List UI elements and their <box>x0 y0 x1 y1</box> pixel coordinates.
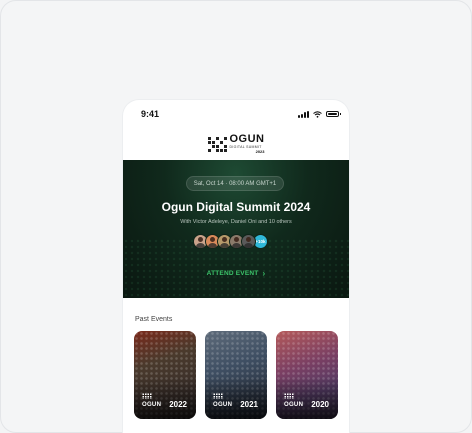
event-date-pill: Sat, Oct 14 · 08:00 AM GMT+1 <box>186 176 284 191</box>
signal-icon <box>298 110 309 118</box>
logo-mark-icon <box>213 393 223 399</box>
card-brand: OGUN <box>284 402 304 408</box>
card-brand: OGUN <box>142 402 162 408</box>
attend-event-label: ATTEND EVENT <box>206 270 259 277</box>
past-events-list: OGUN 2022 OGUN 2021 OGUN 2020 <box>134 331 338 419</box>
past-event-card[interactable]: OGUN 2020 <box>276 331 338 419</box>
status-icons <box>298 110 341 118</box>
card-brand: OGUN <box>213 402 233 408</box>
past-event-card[interactable]: OGUN 2022 <box>134 331 196 419</box>
card-year: 2020 <box>311 400 329 409</box>
phone-screen: 9:41 OGUN DIGITAL SUMMIT 2023 Sat, Oct 1… <box>123 100 349 433</box>
logo-name: OGUN <box>229 133 265 146</box>
wifi-icon <box>313 110 322 118</box>
card-year: 2021 <box>240 400 258 409</box>
battery-icon <box>326 111 341 117</box>
status-time: 9:41 <box>141 109 160 119</box>
past-events-heading: Past Events <box>135 316 173 323</box>
ogun-logo: OGUN DIGITAL SUMMIT 2023 <box>123 128 349 160</box>
event-speakers: With Victor Adeleye, Daniel Oni and 10 o… <box>180 219 292 225</box>
avatar <box>241 234 256 249</box>
logo-year: 2023 <box>255 148 265 154</box>
event-title: Ogun Digital Summit 2024 <box>161 200 311 214</box>
logo-mark-icon <box>207 136 227 152</box>
logo-mark-icon <box>142 393 152 399</box>
attendee-avatars: +10k <box>193 234 268 250</box>
past-event-card[interactable]: OGUN 2021 <box>205 331 267 419</box>
chevron-right-icon: › <box>262 269 266 278</box>
attend-event-button[interactable]: ATTEND EVENT › <box>123 269 349 278</box>
featured-event-hero: Sat, Oct 14 · 08:00 AM GMT+1 Ogun Digita… <box>123 160 349 298</box>
status-bar: 9:41 <box>123 100 349 128</box>
card-year: 2022 <box>169 400 187 409</box>
logo-mark-icon <box>284 393 294 399</box>
